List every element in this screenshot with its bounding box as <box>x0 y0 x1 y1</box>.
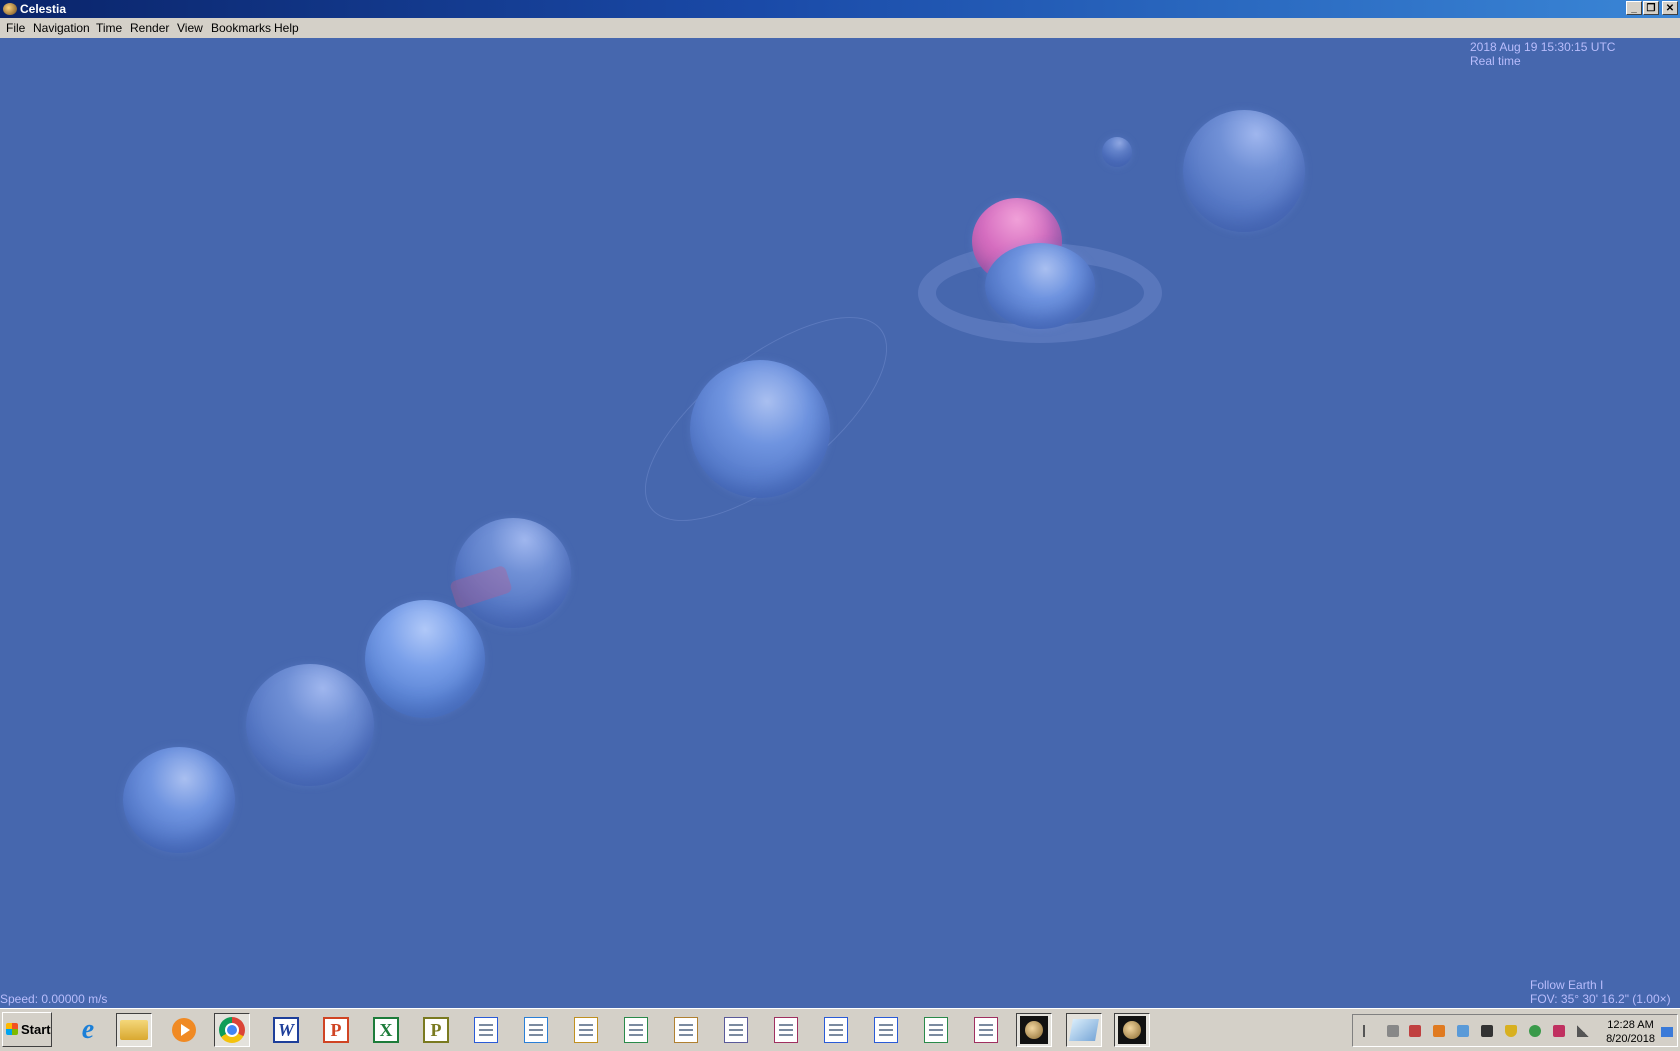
planet-uranus[interactable] <box>1183 110 1305 232</box>
menu-time[interactable]: Time <box>96 18 122 38</box>
show-desktop-icon[interactable] <box>1661 1027 1673 1037</box>
powerpoint-icon[interactable]: P <box>318 1013 354 1047</box>
menu-bookmarks[interactable]: Bookmarks <box>211 18 271 38</box>
celestia-app-icon[interactable] <box>3 3 17 15</box>
word-icon[interactable]: W <box>268 1013 304 1047</box>
planet-mars[interactable] <box>455 518 571 628</box>
windows-flag-icon <box>6 1023 18 1035</box>
media-player-icon[interactable] <box>166 1013 202 1047</box>
planet-saturn[interactable] <box>985 243 1095 329</box>
close-button[interactable]: ✕ <box>1662 1 1678 15</box>
celestia-viewport[interactable]: 2018 Aug 19 15:30:15 UTC Real time Speed… <box>0 38 1680 1008</box>
display-icon[interactable] <box>1481 1025 1493 1037</box>
sync-icon[interactable] <box>1529 1025 1541 1037</box>
hud-fov: FOV: 35° 30' 16.2" (1.00×) <box>1530 992 1671 1006</box>
volume-icon[interactable] <box>1387 1025 1399 1037</box>
taskbar: Start e W P X P 12:28 AM 8/20/2018 <box>0 1008 1680 1051</box>
word-document-icon[interactable] <box>468 1013 504 1047</box>
bluetooth-icon[interactable] <box>1553 1025 1565 1037</box>
menu-help[interactable]: Help <box>274 18 299 38</box>
excel-doc-2-icon[interactable] <box>918 1013 954 1047</box>
file-explorer-icon[interactable] <box>116 1013 152 1047</box>
table-document-icon[interactable] <box>868 1013 904 1047</box>
planet-mercury[interactable] <box>123 747 235 853</box>
title-bar: Celestia _ ❐ ✕ <box>0 0 1680 18</box>
internet-explorer-icon[interactable]: e <box>70 1013 106 1047</box>
maximize-button[interactable]: ❐ <box>1643 1 1659 15</box>
minimize-button[interactable]: _ <box>1626 1 1642 15</box>
word-doc-2-icon[interactable] <box>818 1013 854 1047</box>
signal-icon[interactable] <box>1577 1025 1589 1037</box>
hud-speed: Speed: 0.00000 m/s <box>0 992 108 1006</box>
action-center-flag-icon[interactable] <box>1363 1025 1375 1037</box>
menu-render[interactable]: Render <box>130 18 169 38</box>
excel-document-icon[interactable] <box>618 1013 654 1047</box>
paint-document-icon[interactable] <box>768 1013 804 1047</box>
image-document-icon[interactable] <box>968 1013 1004 1047</box>
hud-follow: Follow Earth I <box>1530 978 1604 992</box>
flux-icon[interactable] <box>1433 1025 1445 1037</box>
network-document-icon[interactable] <box>518 1013 554 1047</box>
network-icon[interactable] <box>1457 1025 1469 1037</box>
menu-file[interactable]: File <box>6 18 25 38</box>
notebook-icon[interactable] <box>1066 1013 1102 1047</box>
planet-earth[interactable] <box>365 600 485 718</box>
mail-document-icon[interactable] <box>668 1013 704 1047</box>
planet-venus[interactable] <box>246 664 374 786</box>
planet-small-moon[interactable] <box>1102 137 1132 167</box>
chart-document-icon[interactable] <box>718 1013 754 1047</box>
security-icon[interactable] <box>1409 1025 1421 1037</box>
user-document-icon[interactable] <box>568 1013 604 1047</box>
window-title: Celestia <box>20 2 67 16</box>
clock[interactable]: 12:28 AM 8/20/2018 <box>1606 1018 1655 1046</box>
clock-time: 12:28 AM <box>1607 1019 1654 1031</box>
celestia-icon[interactable] <box>1016 1013 1052 1047</box>
chrome-icon[interactable] <box>214 1013 250 1047</box>
publisher-icon[interactable]: P <box>418 1013 454 1047</box>
planet-jupiter[interactable] <box>690 360 830 498</box>
menu-navigation[interactable]: Navigation <box>33 18 90 38</box>
start-label: Start <box>21 1022 51 1037</box>
clock-date: 8/20/2018 <box>1606 1033 1655 1045</box>
celestia-active-icon[interactable] <box>1114 1013 1150 1047</box>
shield-icon[interactable] <box>1505 1025 1517 1037</box>
excel-icon[interactable]: X <box>368 1013 404 1047</box>
hud-datetime: 2018 Aug 19 15:30:15 UTC <box>1470 40 1616 54</box>
menu-view[interactable]: View <box>177 18 203 38</box>
system-tray: 12:28 AM 8/20/2018 <box>1352 1014 1678 1047</box>
start-button[interactable]: Start <box>2 1012 52 1047</box>
hud-time-mode: Real time <box>1470 54 1521 68</box>
menu-bar: File Navigation Time Render View Bookmar… <box>0 18 1680 39</box>
